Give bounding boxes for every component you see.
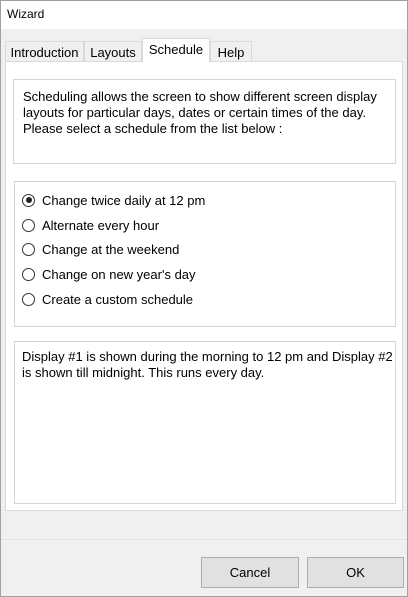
radio-button[interactable]: [22, 218, 35, 232]
radio-button-checked[interactable]: [22, 193, 35, 207]
radio-button[interactable]: [22, 293, 35, 307]
schedule-description: Display #1 is shown during the morning t…: [22, 349, 393, 380]
tab-help[interactable]: Help: [210, 41, 252, 62]
tab-label: Schedule: [148, 42, 204, 57]
intro-text-box: Scheduling allows the screen to show dif…: [13, 79, 396, 164]
radio-button[interactable]: [22, 243, 35, 257]
radio-option-weekend[interactable]: Change at the weekend: [22, 238, 395, 263]
tab-label: Help: [217, 45, 245, 60]
wizard-window: Wizard Introduction Layouts Schedule Hel…: [0, 0, 408, 597]
radio-option-new-years-day[interactable]: Change on new year's day: [22, 262, 395, 287]
intro-text: Scheduling allows the screen to show dif…: [23, 89, 377, 136]
radio-option-custom-schedule[interactable]: Create a custom schedule: [22, 287, 395, 312]
radio-option-twice-daily[interactable]: Change twice daily at 12 pm: [22, 188, 395, 213]
radio-label: Create a custom schedule: [42, 292, 194, 308]
cancel-button[interactable]: Cancel: [201, 557, 299, 588]
radio-label: Change twice daily at 12 pm: [42, 192, 206, 208]
tab-introduction[interactable]: Introduction: [5, 41, 84, 62]
radio-button[interactable]: [22, 268, 35, 282]
tab-label: Layouts: [90, 45, 136, 60]
tab-strip: Introduction Layouts Schedule Help: [5, 38, 403, 63]
radio-label: Change on new year's day: [42, 267, 196, 283]
tab-schedule[interactable]: Schedule: [142, 38, 210, 63]
title-bar: Wizard: [1, 1, 407, 29]
schedule-tab-panel: Scheduling allows the screen to show dif…: [5, 61, 403, 511]
footer-separator: [1, 539, 407, 540]
window-title: Wizard: [7, 7, 45, 21]
tab-label: Introduction: [10, 45, 79, 60]
schedule-description-box: Display #1 is shown during the morning t…: [14, 341, 396, 504]
radio-option-every-hour[interactable]: Alternate every hour: [22, 213, 395, 238]
schedule-options-group: Change twice daily at 12 pm Alternate ev…: [14, 181, 396, 327]
radio-label: Change at the weekend: [42, 242, 180, 258]
radio-label: Alternate every hour: [42, 217, 160, 233]
ok-button[interactable]: OK: [307, 557, 404, 588]
tab-layouts[interactable]: Layouts: [84, 41, 142, 62]
